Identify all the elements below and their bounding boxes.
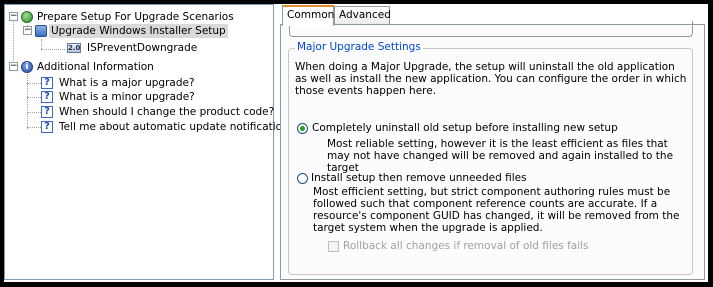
group-description: When doing a Major Upgrade, the setup wi… [295, 61, 687, 97]
radio-install-then-remove-label[interactable]: Install setup then remove unneeded files [311, 172, 527, 184]
option2-description: Most efficient setting, but strict compo… [313, 186, 680, 234]
tree-connector [27, 97, 41, 98]
tree-item-label: When should I change the product code? [59, 106, 275, 118]
radio-install-then-remove[interactable] [297, 173, 308, 184]
setup-globe-icon [21, 11, 33, 23]
help-icon: ? [41, 106, 53, 118]
settings-pane: Common Advanced Major Upgrade Settings W… [280, 4, 708, 282]
tree-item-label: Prepare Setup For Upgrade Scenarios [37, 11, 234, 23]
tree-item-label: Tell me about automatic update notificat… [59, 121, 293, 133]
radio-uninstall-first[interactable] [297, 123, 308, 134]
group-legend: Major Upgrade Settings [295, 41, 423, 53]
collapse-toggle[interactable]: − [23, 26, 32, 35]
tree-item-label: What is a major upgrade? [59, 77, 195, 89]
info-icon: i [21, 61, 33, 73]
installer-window: − Prepare Setup For Upgrade Scenarios − … [4, 4, 708, 282]
tree-connector [41, 49, 65, 50]
collapse-toggle[interactable]: − [9, 12, 18, 21]
installer-upgrade-icon [35, 25, 47, 37]
help-icon: ? [41, 91, 53, 103]
tree-connector [27, 83, 41, 84]
radio-uninstall-first-label[interactable]: Completely uninstall old setup before in… [312, 122, 618, 134]
tree-item-label: Additional Information [37, 61, 154, 73]
panel-top-strip [289, 21, 693, 37]
tab-common[interactable]: Common [282, 5, 334, 26]
tree-view[interactable]: − Prepare Setup For Upgrade Scenarios − … [4, 4, 292, 280]
tab-panel-common: Major Upgrade Settings When doing a Majo… [280, 21, 705, 280]
help-icon: ? [41, 121, 53, 133]
version-icon: 2.0 [67, 43, 81, 53]
collapse-toggle[interactable]: − [9, 62, 18, 71]
tree-connector [27, 127, 41, 128]
tree-item-label: What is a minor upgrade? [59, 91, 195, 103]
tree-connector [27, 112, 41, 113]
tree-item-label: Upgrade Windows Installer Setup [49, 24, 228, 38]
rollback-checkbox-label[interactable]: Rollback all changes if removal of old f… [343, 240, 589, 252]
tree-item-label: ISPreventDowngrade [87, 42, 198, 54]
tree-connector [41, 39, 42, 49]
rollback-checkbox[interactable] [328, 241, 339, 252]
option1-description: Most reliable setting, however it is the… [327, 138, 674, 174]
help-icon: ? [41, 77, 53, 89]
major-upgrade-settings-group: Major Upgrade Settings When doing a Majo… [288, 41, 693, 275]
